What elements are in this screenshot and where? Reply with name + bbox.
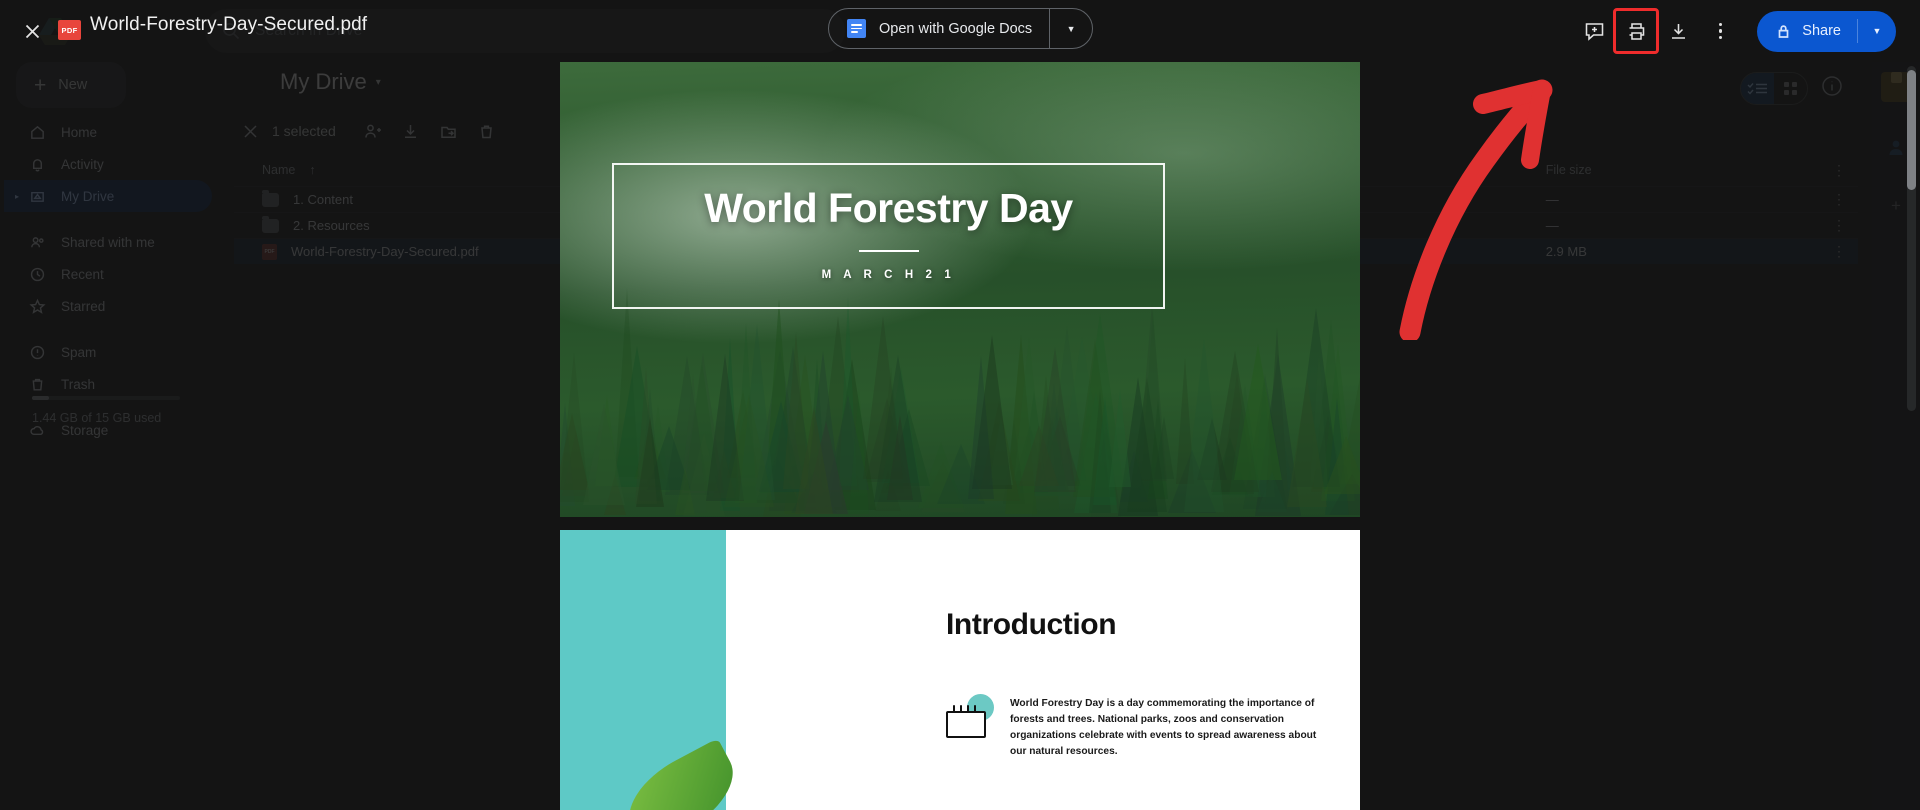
intro-block: World Forestry Day is a day commemoratin… [946,694,1326,760]
chevron-down-icon[interactable]: ▼ [1050,8,1092,49]
open-with-label: Open with Google Docs [879,20,1033,37]
calendar-icon [946,694,994,742]
intro-paragraph: World Forestry Day is a day commemoratin… [1010,698,1317,758]
divider [858,250,919,252]
hand-holding-seedling-photo [560,700,892,810]
more-vertical-icon [1718,22,1722,40]
preview-scrollbar[interactable] [1907,70,1916,190]
page-gap [560,517,1360,530]
document-title: World Forestry Day [704,185,1073,231]
share-main[interactable]: Share [1757,11,1857,52]
close-preview-button[interactable] [16,15,48,47]
open-with-main[interactable]: Open with Google Docs [829,8,1049,49]
share-label: Share [1802,23,1841,39]
pdf-page-2: Introduction World Forestry Day is a day… [560,530,1360,810]
seedling-image-panel [560,530,892,810]
preview-file-name: World-Forestry-Day-Secured.pdf [90,14,368,35]
chevron-down-icon[interactable]: ▼ [1858,11,1896,52]
section-heading: Introduction [946,608,1117,641]
page-2-text-panel: Introduction World Forestry Day is a day… [892,530,1360,810]
cover-frame: World Forestry Day M A R C H 2 1 [612,163,1165,309]
pdf-pages-container[interactable]: World Forestry Day M A R C H 2 1 Introdu… [560,62,1360,810]
google-docs-icon [847,19,866,38]
pdf-page-1: World Forestry Day M A R C H 2 1 [560,62,1360,517]
more-options-button[interactable] [1699,10,1741,52]
preview-top-bar: PDF World-Forestry-Day-Secured.pdf Open … [0,0,1920,62]
open-with-google-docs-button[interactable]: Open with Google Docs ▼ [828,8,1094,49]
pdf-file-icon: PDF [58,20,81,40]
share-button[interactable]: Share ▼ [1757,10,1896,52]
print-button[interactable] [1613,8,1660,54]
document-date: M A R C H 2 1 [821,269,956,281]
add-comment-button[interactable] [1573,10,1615,52]
download-button[interactable] [1657,10,1699,52]
preview-actions: Share ▼ [1573,0,1920,62]
lock-icon [1778,24,1789,38]
leaf [613,738,749,810]
